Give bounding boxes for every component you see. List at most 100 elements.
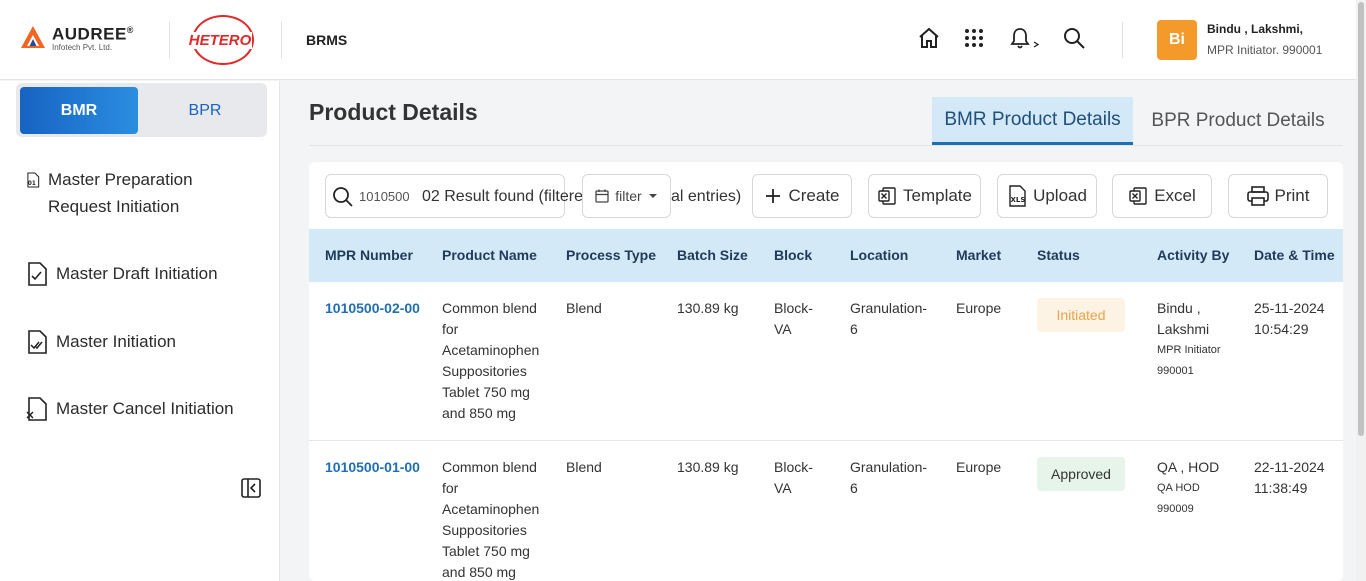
hetero-brand: HETERO [187, 31, 253, 49]
upload-button[interactable]: XLS Upload [997, 174, 1097, 218]
tab-bmr-product-details[interactable]: BMR Product Details [932, 97, 1133, 145]
column-header[interactable]: Process Type [566, 247, 656, 263]
product-name-line: for [442, 480, 459, 496]
status-badge: Approved [1037, 457, 1125, 491]
caret-down-icon [648, 194, 657, 198]
excel-template-icon [878, 187, 896, 205]
block-line: Block- [774, 300, 813, 316]
page-scrollbar[interactable] [1356, 0, 1366, 581]
app-name: BRMS [306, 32, 348, 48]
sidebar-item-master-preparation-request[interactable]: 01 Master Preparation Request Initiation [26, 166, 226, 220]
template-label: Template [903, 186, 972, 205]
scrollbar-thumb[interactable] [1358, 2, 1364, 436]
create-button[interactable]: Create [752, 174, 852, 218]
date-time-cell: 22-11-2024 11:38:49 [1254, 457, 1325, 499]
product-name-cell: Common blend for Acetaminophen Supposito… [442, 298, 539, 424]
location-line: Granulation- [850, 459, 928, 475]
sidebar-item-label: Master Draft Initiation [56, 264, 218, 283]
create-label: Create [788, 186, 840, 205]
sidebar-item-master-initiation[interactable]: Master Initiation [26, 328, 176, 355]
block-cell: Block- VA [774, 298, 813, 340]
activity-name-line: Lakshmi [1157, 321, 1210, 337]
column-header[interactable]: Batch Size [677, 247, 748, 263]
mpr-number-link[interactable]: 1010500-02-00 [325, 298, 420, 319]
column-header[interactable]: Market [956, 247, 1001, 263]
filter-button[interactable]: filter [582, 174, 671, 218]
activity-role: 990001 [1157, 365, 1194, 377]
sidebar: BMR BPR 01 Master Preparation Request In… [0, 81, 280, 581]
toggle-bpr[interactable]: BPR [146, 87, 264, 134]
column-header[interactable]: Product Name [442, 247, 537, 263]
sidebar-item-label: Master Preparation Request Initiation [47, 170, 193, 216]
top-header: AUDREE® Infotech Pvt. Ltd. HETERO BRMS B… [0, 0, 1356, 80]
hetero-logo: HETERO [187, 15, 254, 65]
header-divider [1122, 22, 1123, 58]
audree-logo: AUDREE® Infotech Pvt. Ltd. [20, 22, 134, 53]
home-icon[interactable] [917, 26, 941, 50]
header-divider [169, 22, 170, 58]
sidebar-collapse-icon[interactable] [241, 478, 261, 498]
print-button[interactable]: Print [1228, 174, 1328, 218]
product-name-line: Common blend [442, 300, 537, 316]
column-header[interactable]: Date & Time [1254, 247, 1335, 263]
process-type-cell: Blend [566, 300, 602, 316]
product-name-line: for [442, 321, 459, 337]
document-double-check-icon [28, 330, 47, 354]
apps-grid-icon[interactable] [962, 26, 986, 50]
column-header[interactable]: MPR Number [325, 247, 413, 263]
activity-role: MPR Initiator [1157, 344, 1221, 356]
search-icon [333, 187, 353, 207]
status-badge: Initiated [1037, 298, 1125, 332]
date-value: 25-11-2024 [1254, 300, 1325, 316]
excel-label: Excel [1154, 186, 1196, 205]
header-divider [281, 22, 282, 58]
audree-subtitle: Infotech Pvt. Ltd. [52, 42, 113, 52]
column-header[interactable]: Status [1037, 247, 1080, 263]
time-value: 10:54:29 [1254, 321, 1309, 337]
printer-icon [1246, 186, 1269, 206]
template-button[interactable]: Template [868, 174, 981, 218]
plus-icon [766, 189, 781, 203]
activity-role: 990009 [1157, 503, 1194, 515]
product-name-line: Common blend [442, 459, 537, 475]
product-name-line: Acetaminophen [442, 342, 540, 358]
activity-name-line: Bindu , [1157, 300, 1201, 316]
document-cancel-icon [26, 397, 47, 421]
document-01-icon: 01 [27, 172, 40, 188]
bell-icon[interactable] [1008, 26, 1042, 50]
location-cell: Granulation- 6 [850, 298, 927, 340]
block-line: VA [774, 480, 792, 496]
product-name-line: Tablet 750 mg [442, 543, 530, 559]
page-title: Product Details [309, 99, 478, 125]
location-cell: Granulation- 6 [850, 457, 927, 499]
search-value: 1010500 [359, 189, 410, 204]
excel-button[interactable]: Excel [1112, 174, 1212, 218]
user-avatar[interactable]: Bi [1157, 20, 1197, 60]
column-header[interactable]: Activity By [1157, 247, 1229, 263]
toggle-bmr[interactable]: BMR [20, 87, 138, 134]
svg-text:01: 01 [28, 181, 36, 187]
print-label: Print [1274, 186, 1310, 205]
tab-bpr-product-details[interactable]: BPR Product Details [1141, 97, 1335, 145]
location-line: Granulation- [850, 300, 928, 316]
mpr-number-link[interactable]: 1010500-01-00 [325, 457, 420, 478]
block-cell: Block- VA [774, 457, 813, 499]
market-cell: Europe [956, 459, 1002, 475]
market-cell: Europe [956, 300, 1002, 316]
svg-text:XLS: XLS [1011, 196, 1026, 204]
bmr-bpr-toggle: BMR BPR [16, 83, 267, 137]
column-header[interactable]: Block [774, 247, 812, 263]
sidebar-item-master-cancel[interactable]: Master Cancel Initiation [26, 395, 234, 422]
calendar-icon [595, 189, 609, 203]
location-line: 6 [850, 480, 858, 496]
search-icon[interactable] [1062, 26, 1086, 50]
activity-by-cell: QA , HOD QA HOD 990009 [1157, 457, 1219, 520]
activity-name-line: QA , HOD [1157, 459, 1220, 475]
date-time-cell: 25-11-2024 10:54:29 [1254, 298, 1325, 340]
column-header[interactable]: Location [850, 247, 908, 263]
audree-brand: AUDREE [52, 24, 127, 44]
block-line: VA [774, 321, 792, 337]
sidebar-item-master-draft[interactable]: Master Draft Initiation [26, 260, 218, 287]
user-role: MPR Initiator. 990001 [1207, 43, 1323, 57]
block-line: Block- [774, 459, 813, 475]
